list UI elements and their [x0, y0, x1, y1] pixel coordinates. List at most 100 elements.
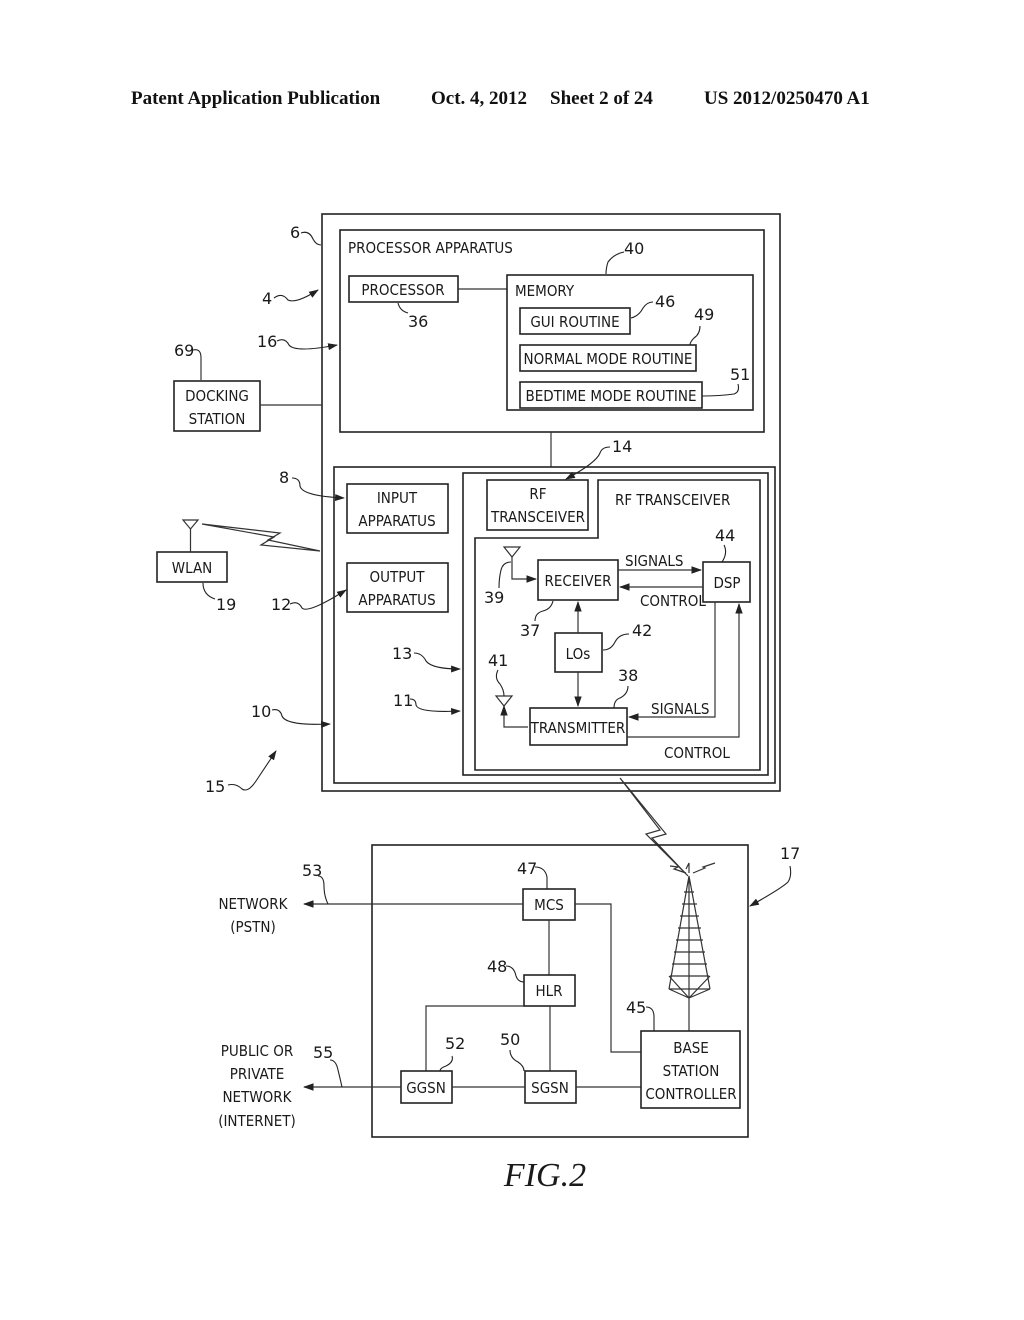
ref-36: 36 — [408, 312, 428, 331]
processor-apparatus-title: PROCESSOR APPARATUS — [348, 239, 513, 257]
leader-15 — [227, 750, 277, 791]
dsp-label: DSP — [713, 574, 740, 592]
ref-45: 45 — [626, 998, 646, 1017]
ref-11: 11 — [393, 691, 413, 710]
leader-55 — [329, 1059, 343, 1088]
wlan-antenna-icon — [181, 519, 200, 552]
leader-11 — [409, 698, 461, 715]
ref-14: 14 — [612, 437, 632, 456]
ref-16: 16 — [257, 332, 277, 351]
receiver-label: RECEIVER — [545, 572, 612, 590]
memory-label: MEMORY — [515, 282, 575, 300]
leader-37 — [534, 600, 554, 622]
leader-53 — [317, 875, 329, 905]
leader-45 — [645, 1006, 655, 1031]
bsc-line1: BASE — [673, 1039, 709, 1057]
input-apparatus-line1: INPUT — [377, 489, 418, 507]
internet-line2: PRIVATE — [230, 1065, 285, 1083]
ref-4: 4 — [262, 289, 272, 308]
ref-6: 6 — [290, 223, 300, 242]
normal-mode-routine-label: NORMAL MODE ROUTINE — [524, 350, 693, 368]
bsc-line3: CONTROLLER — [645, 1085, 736, 1103]
leader-50 — [509, 1049, 525, 1072]
ref-44: 44 — [715, 526, 735, 545]
ref-13: 13 — [392, 644, 412, 663]
leader-39 — [498, 561, 512, 589]
leader-52 — [439, 1055, 453, 1072]
bsc-line2: STATION — [663, 1062, 720, 1080]
leader-38 — [613, 685, 629, 709]
signals-label-tx: SIGNALS — [651, 700, 709, 718]
ref-51: 51 — [730, 365, 750, 384]
leader-16 — [276, 339, 338, 351]
leader-49 — [689, 325, 701, 346]
wlan-label: WLAN — [172, 559, 213, 577]
hlr-label: HLR — [535, 982, 562, 1000]
signals-label-rx: SIGNALS — [625, 552, 683, 570]
cellular-wireless-link-icon — [619, 777, 689, 877]
ref-46: 46 — [655, 292, 675, 311]
ref-10: 10 — [251, 702, 271, 721]
processor-label: PROCESSOR — [361, 281, 444, 299]
leader-44 — [721, 544, 727, 563]
leader-14 — [565, 446, 611, 480]
ggsn-label: GGSN — [406, 1079, 446, 1097]
ref-15: 15 — [205, 777, 225, 796]
leader-36 — [397, 302, 409, 314]
ref-41: 41 — [488, 651, 508, 670]
leader-13 — [413, 652, 461, 673]
cell-tower-icon — [668, 862, 716, 1031]
rx-antenna-icon — [502, 546, 538, 583]
rf-transceiver-title: RF TRANSCEIVER — [615, 491, 730, 509]
ref-8: 8 — [279, 468, 289, 487]
figure-caption: FIG.2 — [503, 1157, 586, 1194]
output-apparatus-line2: APPARATUS — [358, 591, 435, 609]
los-label: LOs — [566, 645, 591, 663]
ref-69: 69 — [174, 341, 194, 360]
leader-46 — [630, 301, 654, 319]
ref-17: 17 — [780, 844, 800, 863]
leader-51 — [701, 383, 740, 397]
leader-42 — [602, 633, 630, 651]
ref-37: 37 — [520, 621, 540, 640]
control-label-tx: CONTROL — [664, 744, 730, 762]
ref-39: 39 — [484, 588, 504, 607]
tx-antenna-icon — [494, 695, 528, 728]
leader-4 — [273, 289, 319, 302]
leader-41 — [495, 669, 505, 697]
control-label-rx: CONTROL — [640, 592, 706, 610]
mcs-bsc-link — [575, 903, 641, 1053]
leader-40 — [605, 251, 625, 275]
ref-48: 48 — [487, 957, 507, 976]
rf-tab-line2: TRANSCEIVER — [490, 508, 585, 526]
pstn-line1: NETWORK — [218, 895, 288, 913]
ref-55: 55 — [313, 1043, 333, 1062]
mcs-label: MCS — [534, 896, 564, 914]
leader-17 — [749, 865, 792, 907]
internet-line3: NETWORK — [222, 1088, 292, 1106]
gui-routine-label: GUI ROUTINE — [530, 313, 619, 331]
leader-8 — [291, 477, 345, 502]
ref-38: 38 — [618, 666, 638, 685]
ref-47: 47 — [517, 859, 537, 878]
docking-station-line1: DOCKING — [185, 387, 249, 405]
ref-42: 42 — [632, 621, 652, 640]
output-apparatus-line1: OUTPUT — [370, 568, 426, 586]
ref-12: 12 — [271, 595, 291, 614]
leader-6 — [300, 231, 322, 246]
rf-tab-line1: RF — [529, 485, 546, 503]
wlan-wireless-link-icon — [201, 523, 321, 552]
internet-line1: PUBLIC OR — [221, 1042, 293, 1060]
figure-diagram: 6 4 PROCESSOR APPARATUS 16 PROCESSOR 36 … — [156, 213, 800, 1194]
ref-53: 53 — [302, 861, 322, 880]
leader-12 — [289, 589, 347, 610]
sgsn-label: SGSN — [531, 1079, 569, 1097]
transmitter-label: TRANSMITTER — [530, 719, 626, 737]
leader-19 — [202, 582, 216, 600]
input-apparatus-line2: APPARATUS — [358, 512, 435, 530]
ref-40: 40 — [624, 239, 644, 258]
ref-52: 52 — [445, 1034, 465, 1053]
ref-50: 50 — [500, 1030, 520, 1049]
pstn-line2: (PSTN) — [230, 918, 276, 936]
internet-line4: (INTERNET) — [218, 1112, 296, 1130]
